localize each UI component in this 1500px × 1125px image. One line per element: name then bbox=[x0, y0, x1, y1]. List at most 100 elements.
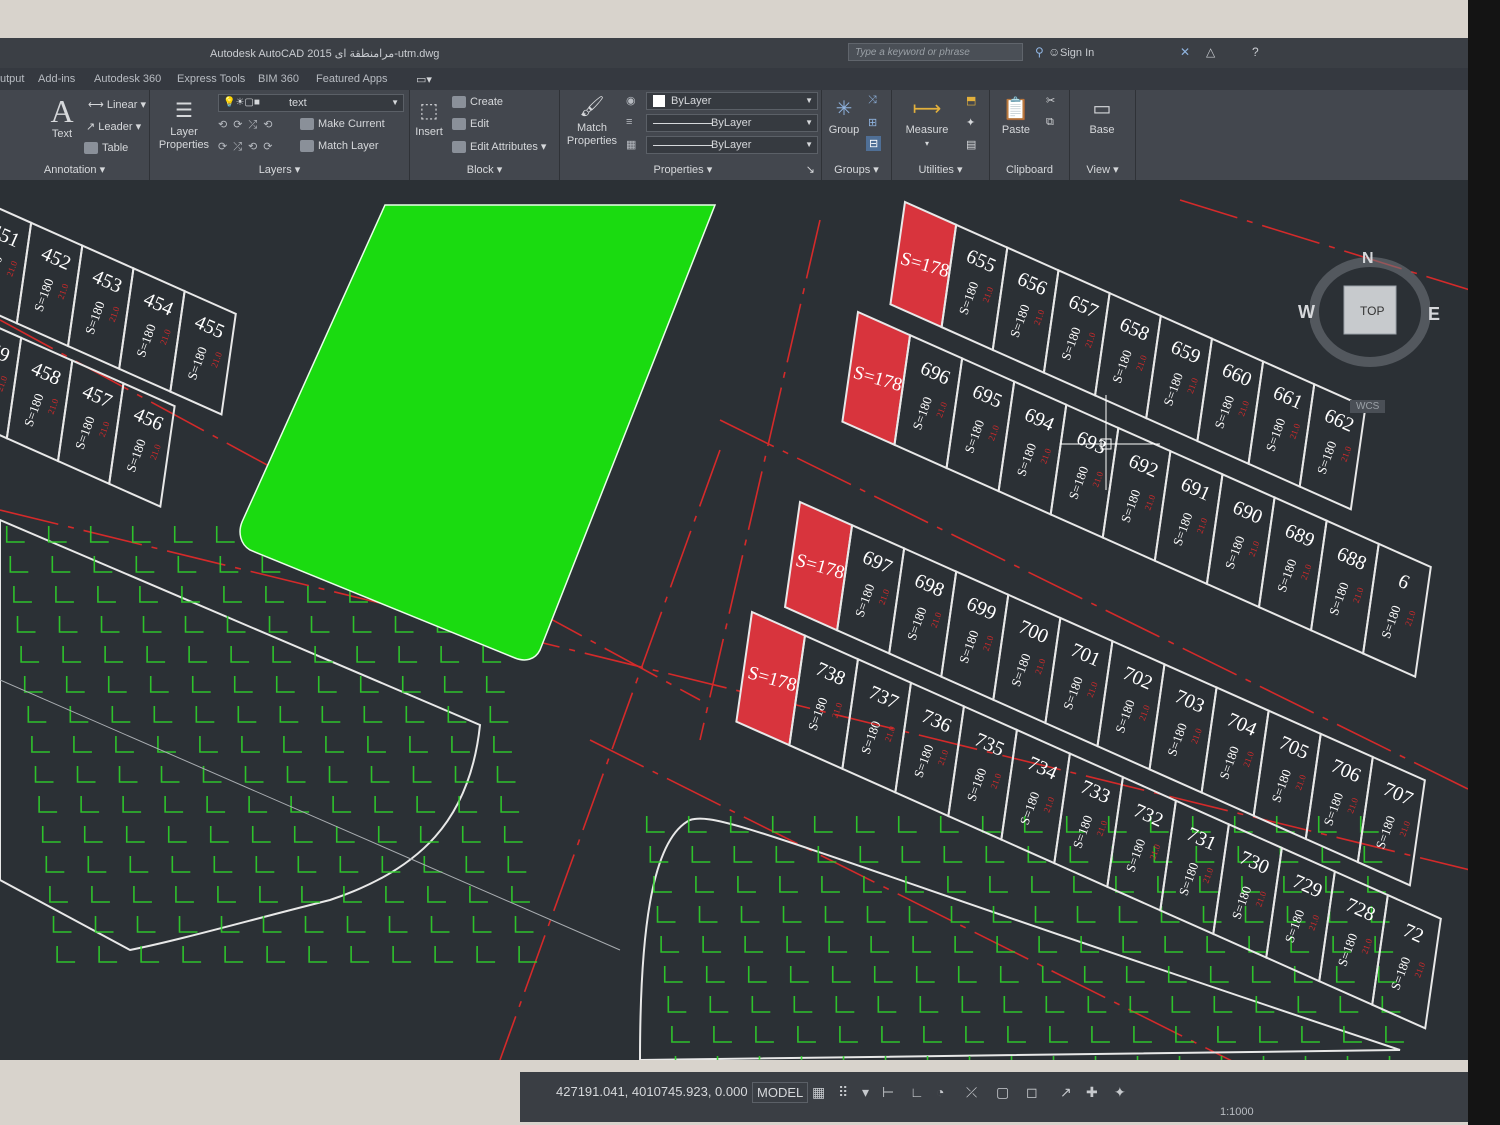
hatch-mark[interactable] bbox=[423, 856, 443, 873]
lot-dimension-text[interactable]: 21.0 bbox=[981, 634, 996, 653]
hatch-mark[interactable] bbox=[184, 616, 204, 633]
hatch-mark[interactable] bbox=[62, 646, 82, 663]
layer-tools-icons-2[interactable]: ⟳⤮⟲⟳ bbox=[218, 140, 278, 154]
lot-dimension-text[interactable]: 21.0 bbox=[1095, 819, 1110, 838]
annotation-scale[interactable]: 1:1000 bbox=[1220, 1106, 1254, 1118]
lot-number[interactable]: 730 bbox=[1236, 847, 1272, 879]
hatch-mark[interactable] bbox=[1034, 906, 1054, 923]
hatch-mark[interactable] bbox=[1233, 816, 1253, 833]
hatch-mark[interactable] bbox=[202, 766, 222, 783]
hatch-mark[interactable] bbox=[1122, 936, 1142, 953]
hatch-mark[interactable] bbox=[1259, 1026, 1278, 1043]
lot-dimension-text[interactable]: 21.0 bbox=[1403, 609, 1418, 628]
hatch-mark[interactable] bbox=[511, 886, 530, 903]
hatch-mark[interactable] bbox=[317, 676, 337, 693]
hatch-mark[interactable] bbox=[131, 526, 151, 543]
hatch-mark[interactable] bbox=[177, 556, 197, 573]
hatch-mark[interactable] bbox=[782, 906, 802, 923]
hatch-mark[interactable] bbox=[779, 876, 798, 893]
lot-number[interactable]: 661 bbox=[1270, 382, 1306, 414]
polar-icon[interactable]: ◔ bbox=[936, 1084, 944, 1100]
hatch-mark[interactable] bbox=[268, 616, 288, 633]
lot-area-text[interactable]: S=180 bbox=[1216, 744, 1242, 781]
hatch-mark[interactable] bbox=[392, 946, 412, 963]
hatch-mark[interactable] bbox=[241, 736, 260, 753]
drawing-svg[interactable]: 451S=180 21.0 452S=180 21.0 453S=180 21.0 454S… bbox=[0, 180, 1470, 1060]
lot-number[interactable]: 697 bbox=[859, 546, 895, 578]
lot-dimension-text[interactable]: 21.0 bbox=[980, 285, 995, 304]
lot-dimension-text[interactable]: 21.0 bbox=[1134, 353, 1149, 372]
hatch-mark[interactable] bbox=[244, 766, 264, 783]
lot-area-text[interactable]: S=180 bbox=[964, 766, 990, 803]
hatch-mark[interactable] bbox=[107, 676, 127, 693]
model-space-button[interactable]: MODEL bbox=[752, 1082, 809, 1103]
hatch-mark[interactable] bbox=[709, 996, 729, 1013]
hatch-mark[interactable] bbox=[178, 916, 198, 933]
ortho-icon[interactable]: ∟ bbox=[910, 1084, 924, 1100]
hatch-mark[interactable] bbox=[363, 706, 383, 723]
hatch-mark[interactable] bbox=[919, 996, 939, 1013]
tab-express-tools[interactable]: Express Tools bbox=[177, 73, 245, 85]
hatch-mark[interactable] bbox=[660, 936, 680, 953]
hatch-mark[interactable] bbox=[698, 906, 718, 923]
lot-number[interactable]: 660 bbox=[1219, 359, 1255, 391]
search-input[interactable]: Type a keyword or phrase bbox=[848, 43, 1023, 61]
hatch-mark[interactable] bbox=[507, 856, 527, 873]
hatch-mark[interactable] bbox=[83, 826, 103, 843]
hatch-mark[interactable] bbox=[31, 736, 50, 753]
hatch-mark[interactable] bbox=[434, 946, 454, 963]
hatch-mark[interactable] bbox=[135, 556, 155, 573]
hatch-mark[interactable] bbox=[191, 676, 211, 693]
lot-area-text[interactable]: S=180 bbox=[1263, 416, 1289, 453]
hatch-mark[interactable] bbox=[304, 916, 324, 933]
hatch-mark[interactable] bbox=[394, 616, 414, 633]
color-combo[interactable]: ByLayer ▼ bbox=[646, 92, 818, 110]
layer-combo[interactable]: 💡☀▢■ text ▼ bbox=[218, 94, 404, 112]
lot-dimension-text[interactable]: 21.0 bbox=[1293, 773, 1308, 792]
hatch-mark[interactable] bbox=[472, 916, 492, 933]
hatch-mark[interactable] bbox=[125, 826, 145, 843]
hatch-mark[interactable] bbox=[961, 996, 981, 1013]
hatch-mark[interactable] bbox=[325, 736, 344, 753]
lot-area-text[interactable]: S=180 bbox=[1372, 814, 1398, 851]
hatch-mark[interactable] bbox=[233, 676, 253, 693]
tab-featured-apps[interactable]: Featured Apps bbox=[316, 73, 388, 85]
lot-number[interactable]: 689 bbox=[1281, 520, 1317, 552]
hatch-mark[interactable] bbox=[1325, 876, 1344, 893]
hatch-mark[interactable] bbox=[1374, 936, 1394, 953]
utilities-panel-title[interactable]: Utilities ▾ bbox=[892, 163, 989, 176]
hatch-mark[interactable] bbox=[94, 916, 114, 933]
layers-panel-title[interactable]: Layers ▾ bbox=[150, 163, 409, 176]
hatch-mark[interactable] bbox=[133, 886, 152, 903]
hatch-mark[interactable] bbox=[451, 736, 470, 753]
lot-dimension-text[interactable]: 21.0 bbox=[1241, 750, 1256, 769]
leader-button[interactable]: ↗ Leader ▾ bbox=[86, 120, 141, 133]
match-layer-button[interactable]: Match Layer bbox=[300, 140, 379, 153]
osnap-tracking-icon[interactable]: ◻ bbox=[1026, 1084, 1038, 1101]
lot-area-text[interactable]: S=180 bbox=[1388, 955, 1414, 992]
hatch-mark[interactable] bbox=[1038, 936, 1058, 953]
hatch-mark[interactable] bbox=[751, 996, 771, 1013]
hatch-mark[interactable] bbox=[346, 916, 366, 933]
grid-icon[interactable]: ▦ bbox=[812, 1084, 825, 1101]
hatch-mark[interactable] bbox=[51, 556, 71, 573]
hatch-mark[interactable] bbox=[146, 646, 166, 663]
hatch-mark[interactable] bbox=[259, 886, 278, 903]
hatch-mark[interactable] bbox=[755, 1026, 774, 1043]
lot-dimension-text[interactable]: 21.0 bbox=[1236, 399, 1251, 418]
hatch-mark[interactable] bbox=[705, 966, 725, 983]
lot-number[interactable]: 729 bbox=[1289, 870, 1325, 902]
layer-properties-button[interactable]: ☰ Layer Properties bbox=[156, 96, 212, 152]
hatch-mark[interactable] bbox=[923, 1026, 942, 1043]
lot-area-text[interactable]: S=180 bbox=[1058, 325, 1084, 362]
lot-dimension-text[interactable]: 21.0 bbox=[1143, 493, 1158, 512]
hatch-mark[interactable] bbox=[691, 846, 711, 863]
insert-button[interactable]: ⬚ Insert bbox=[412, 96, 446, 139]
hatch-mark[interactable] bbox=[367, 736, 386, 753]
hatch-mark[interactable] bbox=[45, 856, 65, 873]
hatch-mark[interactable] bbox=[985, 846, 1005, 863]
hatch-mark[interactable] bbox=[518, 946, 538, 963]
hatch-mark[interactable] bbox=[786, 936, 806, 953]
hatch-mark[interactable] bbox=[398, 646, 418, 663]
hatch-mark[interactable] bbox=[377, 826, 397, 843]
